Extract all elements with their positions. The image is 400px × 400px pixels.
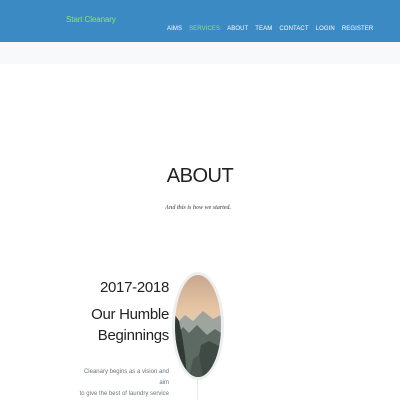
navbar: Start Cleanary AIMS SERVICES ABOUT TEAM …: [0, 0, 400, 42]
nav-link-about[interactable]: ABOUT: [227, 26, 248, 32]
nav-link-aims[interactable]: AIMS: [167, 26, 182, 32]
timeline-body: Cleanary begins as a vision and aim to g…: [78, 367, 169, 400]
header-band: [0, 42, 400, 64]
section-heading: ABOUT: [166, 165, 234, 187]
nav-link-services[interactable]: SERVICES: [189, 26, 220, 32]
timeline-title: Our Humble Beginnings: [60, 304, 169, 346]
section-subheading: And this is how we started.: [164, 205, 232, 211]
timeline-title-line: Our Humble: [91, 306, 169, 323]
nav-link-register[interactable]: REGISTER: [342, 26, 373, 32]
timeline-body-line: to give the best of laundry service: [79, 391, 169, 397]
timeline-title-line: Beginnings: [97, 327, 170, 344]
timeline-date: 2017-2018: [99, 279, 169, 296]
nav-menu: AIMS SERVICES ABOUT TEAM CONTACT LOGIN R…: [167, 17, 380, 35]
nav-link-login[interactable]: LOGIN: [316, 26, 335, 32]
timeline-image: [172, 272, 224, 380]
timeline-heading: 2017-2018 Our Humble Beginnings: [60, 279, 169, 346]
timeline-body-line: Cleanary begins as a vision and aim: [83, 369, 169, 386]
mountain-landscape-photo: [175, 275, 221, 377]
brand-link[interactable]: Start Cleanary: [66, 15, 116, 24]
nav-link-contact[interactable]: CONTACT: [279, 26, 308, 32]
nav-link-team[interactable]: TEAM: [255, 26, 272, 32]
